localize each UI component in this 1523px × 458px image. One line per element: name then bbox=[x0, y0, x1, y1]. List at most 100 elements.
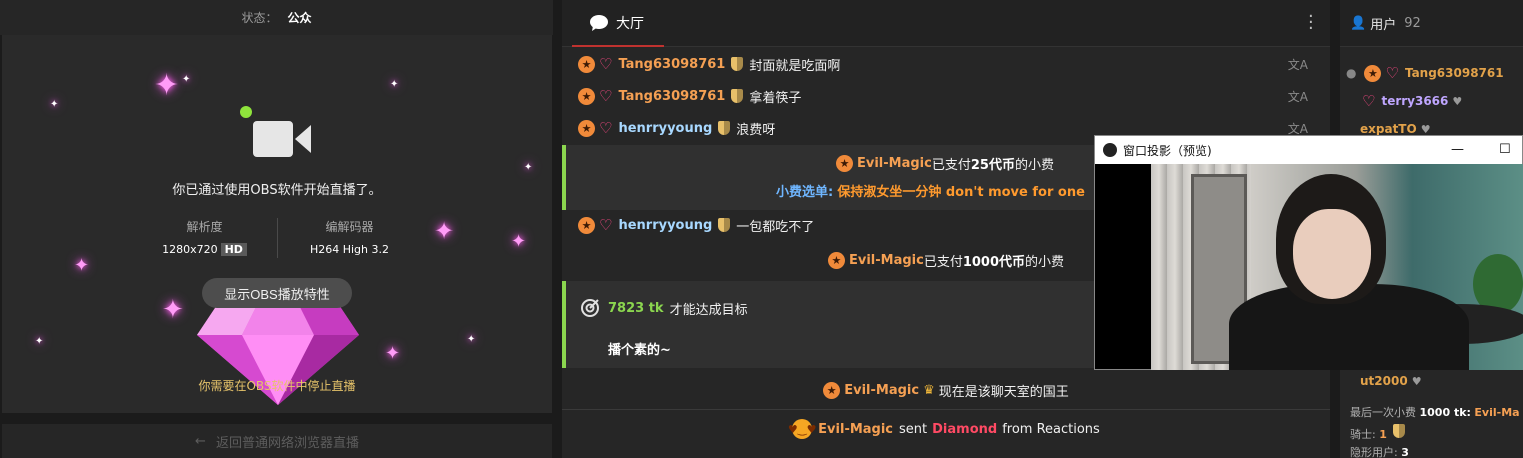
star-badge-icon: ★ bbox=[823, 381, 841, 399]
tip-amount: 25代币 bbox=[970, 158, 1015, 173]
live-indicator bbox=[240, 106, 252, 118]
star-badge-icon: ★ bbox=[578, 119, 595, 137]
heart-badge-icon: ♡ bbox=[599, 216, 613, 234]
sparkle-icon: ✦ bbox=[524, 162, 533, 173]
user-list-item[interactable]: ut2000 ♥ bbox=[1360, 370, 1422, 392]
shield-icon bbox=[731, 89, 744, 103]
tip-menu-line: 小费选单: 保持淑女坐一分钟 don't move for one bbox=[776, 181, 1085, 200]
sparkle-icon: ✦ bbox=[50, 99, 59, 110]
goal-line: 7823 tk 才能达成目标 bbox=[580, 298, 748, 318]
obs-logo-icon bbox=[1103, 143, 1117, 157]
back-link-label: 返回普通网络浏览器直播 bbox=[215, 435, 359, 451]
minimize-icon[interactable]: — bbox=[1451, 142, 1464, 157]
status-label: 状态： bbox=[241, 11, 278, 25]
heart-icon: ♥ bbox=[1452, 94, 1463, 108]
resolution-spec: 解析度 1280x720 HD bbox=[145, 218, 265, 258]
king-notice: ★ Evil-Magic ♛ 现在是该聊天室的国王 bbox=[562, 374, 1330, 406]
sparkle-icon: ✦ bbox=[182, 74, 191, 85]
users-count: 92 bbox=[1404, 15, 1421, 31]
user-name: ut2000 bbox=[1360, 374, 1408, 388]
window-projector-preview[interactable]: 窗口投影（预览) — ☐ bbox=[1094, 135, 1523, 370]
shield-icon bbox=[731, 57, 744, 71]
resolution-title: 解析度 bbox=[186, 220, 223, 234]
encoder-value: H264 High 3.2 bbox=[309, 243, 390, 256]
users-header[interactable]: 👤 用户 92 bbox=[1340, 0, 1523, 47]
tip-pre: 已支付 bbox=[923, 254, 963, 270]
last-tip-amount: 1000 tk: bbox=[1419, 406, 1471, 419]
more-options-icon[interactable]: · · · bbox=[1308, 8, 1314, 38]
translate-icon[interactable]: 文A bbox=[1288, 120, 1308, 137]
app-root: 状态： 公众 ✦ ✦ ✦ ✦ ✦ ✦ ✦ ✦ ✦ ✦ ✦ ✦ 你已通过使用OBS… bbox=[0, 0, 1523, 458]
broadcast-preview: ✦ ✦ ✦ ✦ ✦ ✦ ✦ ✦ ✦ ✦ ✦ ✦ 你已通过使用OBS软件开始直播了… bbox=[2, 35, 552, 413]
show-obs-features-button[interactable]: 显示OBS播放特性 bbox=[202, 278, 352, 308]
king-username[interactable]: Evil-Magic bbox=[844, 383, 919, 398]
star-badge-icon: ★ bbox=[827, 251, 845, 269]
arrow-left-icon: ← bbox=[195, 433, 206, 449]
tipper-username[interactable]: Evil-Magic bbox=[857, 156, 932, 171]
last-tip-label: 最后一次小费 bbox=[1350, 406, 1416, 419]
users-title: 用户 bbox=[1370, 17, 1397, 33]
star-badge-icon: ★ bbox=[836, 155, 853, 172]
spec-divider bbox=[276, 218, 278, 258]
tip-amount: 1000代币 bbox=[962, 254, 1026, 270]
started-message: 你已通过使用OBS软件开始直播了。 bbox=[172, 183, 382, 198]
heart-badge-icon: ♡ bbox=[599, 119, 613, 137]
heart-badge-icon: ♡ bbox=[599, 55, 613, 73]
tip-menu-label: 小费选单: bbox=[776, 185, 834, 200]
chat-text: 封面就是吃面啊 bbox=[749, 58, 841, 74]
user-name: Tang63098761 bbox=[1404, 66, 1504, 80]
chat-text: 浪费呀 bbox=[736, 122, 776, 138]
knights-info: 骑士: 1 bbox=[1350, 424, 1411, 442]
shield-icon bbox=[718, 218, 731, 232]
sparkle-icon: ✦ bbox=[467, 334, 476, 345]
chat-username[interactable]: henrryyoung bbox=[618, 121, 712, 136]
hd-badge: HD bbox=[220, 243, 247, 256]
sparkle-icon: ✦ bbox=[385, 343, 401, 364]
king-text: 现在是该聊天室的国王 bbox=[938, 384, 1069, 400]
last-tip-user[interactable]: Evil-Ma bbox=[1474, 406, 1519, 419]
hidden-value: 3 bbox=[1401, 446, 1409, 458]
heart-eyes-emoji-icon: ♥‿♥ bbox=[788, 419, 816, 439]
hidden-users-info: 隐形用户: 3 bbox=[1350, 444, 1409, 458]
encoder-title: 编解码器 bbox=[325, 220, 374, 234]
sparkle-icon: ✦ bbox=[154, 68, 180, 103]
reaction-username[interactable]: Evil-Magic bbox=[818, 422, 893, 437]
translate-icon[interactable]: 文A bbox=[1288, 88, 1308, 105]
chat-text: 拿着筷子 bbox=[749, 90, 802, 106]
sparkle-icon: ✦ bbox=[162, 295, 184, 325]
goal-tokens: 7823 tk bbox=[608, 300, 664, 316]
status-bar: 状态： 公众 bbox=[0, 0, 553, 35]
user-list-item[interactable]: ♡ terry3666 ♥ bbox=[1362, 90, 1462, 112]
hidden-label: 隐形用户: bbox=[1350, 446, 1398, 458]
goal-text: 才能达成目标 bbox=[669, 302, 748, 318]
tipper-username[interactable]: Evil-Magic bbox=[849, 253, 924, 268]
tab-lobby[interactable]: 大厅 bbox=[572, 0, 664, 47]
back-to-browser-broadcast-link[interactable]: ← 返回普通网络浏览器直播 bbox=[2, 424, 552, 458]
translate-icon[interactable]: 文A bbox=[1288, 56, 1308, 73]
heart-badge-icon: ♡ bbox=[1362, 92, 1376, 110]
chat-username[interactable]: Tang63098761 bbox=[618, 89, 725, 104]
heart-badge-icon: ♡ bbox=[599, 87, 613, 105]
heart-icon: ♥ bbox=[1411, 374, 1422, 388]
crown-icon: ♛ bbox=[923, 382, 935, 398]
chat-username[interactable]: Tang63098761 bbox=[618, 57, 725, 72]
knights-label: 骑士: bbox=[1350, 428, 1376, 441]
window-titlebar[interactable]: 窗口投影（预览) — ☐ bbox=[1095, 136, 1522, 164]
reaction-verb: sent bbox=[899, 421, 928, 437]
broadcast-panel: 状态： 公众 ✦ ✦ ✦ ✦ ✦ ✦ ✦ ✦ ✦ ✦ ✦ ✦ 你已通过使用OBS… bbox=[0, 0, 553, 458]
user-icon: 👤 bbox=[1350, 15, 1367, 31]
video-camera-icon bbox=[253, 121, 311, 157]
knights-value: 1 bbox=[1379, 428, 1387, 441]
status-value[interactable]: 公众 bbox=[288, 9, 312, 26]
user-name: expatTO bbox=[1360, 122, 1417, 136]
user-list-item[interactable]: ● ★ ♡ Tang63098761 bbox=[1346, 62, 1504, 84]
reaction-item: Diamond bbox=[932, 421, 998, 437]
maximize-icon[interactable]: ☐ bbox=[1499, 142, 1511, 157]
reaction-tail: from Reactions bbox=[1002, 421, 1100, 437]
online-dot-icon: ● bbox=[1346, 66, 1357, 80]
tip-pre: 已支付 bbox=[931, 158, 971, 173]
tip-post: 的小费 bbox=[1025, 254, 1065, 270]
chat-username[interactable]: henrryyoung bbox=[618, 218, 712, 233]
sparkle-icon: ✦ bbox=[390, 79, 399, 90]
star-badge-icon: ★ bbox=[578, 87, 595, 105]
